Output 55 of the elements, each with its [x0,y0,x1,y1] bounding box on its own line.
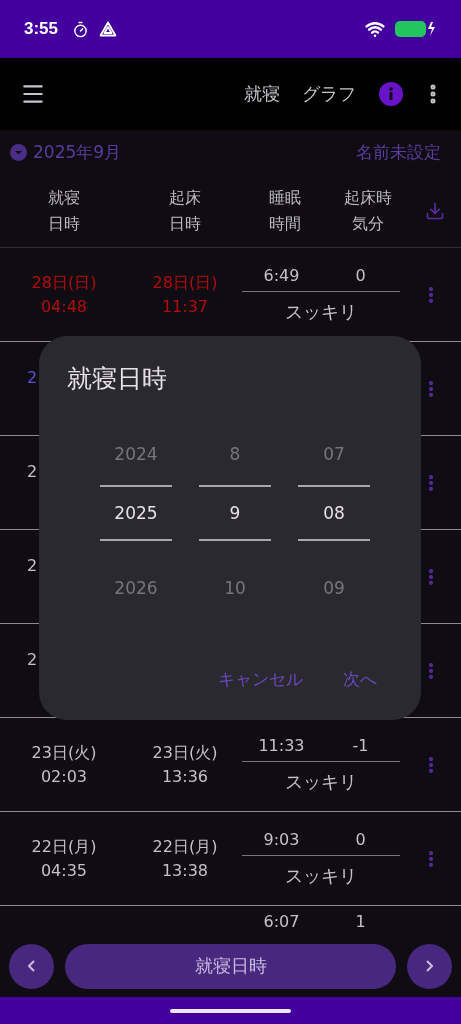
mood-score: 0 [354,265,367,285]
picker-selected[interactable]: 2025 [100,485,172,541]
dialog-title: 就寝日時 [67,363,168,395]
bedtime-text: 2 [27,650,38,669]
bedtime-text: 2 [27,556,38,575]
sleep-duration: 11:33 [257,735,306,755]
bedtime-text: 22日(月) 04:35 [30,835,98,882]
column-header: 就寝 日時 [47,187,81,235]
profile-name[interactable]: 名前未設定 [356,141,441,164]
sleep-duration: 6:07 [262,912,301,931]
mood-score: -1 [351,735,370,755]
picker-option[interactable]: 09 [323,569,345,607]
previous-button[interactable] [9,943,54,989]
picker-option[interactable]: 10 [224,569,246,607]
bedtime-text: 28日(日) 04:48 [30,271,98,318]
column-header: 起床 日時 [168,187,202,235]
toolbar-action[interactable]: グラフ [291,82,367,106]
wake-time-text: 22日(月) 13:38 [151,835,219,882]
dialog-button[interactable]: キャンセル [218,668,303,691]
picker-selected[interactable]: 9 [199,485,271,541]
bedtime-text: 23日(火) 02:03 [30,741,98,788]
clock-text: 3:55 [24,19,59,39]
mood-text: スッキリ [284,769,358,794]
picker-selected[interactable]: 08 [298,485,370,541]
toolbar-action[interactable]: 就寝 [233,82,291,106]
column-header: 起床時 気分 [343,187,393,235]
sort-button[interactable]: 就寝日時 [65,943,396,989]
bedtime-text: 2 [27,368,38,387]
sleep-duration: 9:03 [262,829,301,849]
home-indicator[interactable] [170,1008,291,1013]
wifi-icon [365,19,385,39]
column-header: 睡眠 時間 [268,187,302,235]
info-icon[interactable] [379,82,403,106]
mood-score: 1 [354,912,367,931]
month-selector[interactable]: 2025年9月 [10,141,122,164]
picker-option[interactable]: 2026 [114,569,158,607]
bedtime-text: 2 [27,462,38,481]
picker-option[interactable]: 8 [229,435,241,473]
mood-score: 0 [354,829,367,849]
dropdown-icon [10,144,27,161]
next-button[interactable] [407,943,452,989]
mood-text: スッキリ [284,863,358,888]
chevron-right-icon [426,960,433,972]
picker-option[interactable]: 07 [323,435,345,473]
mood-text: スッキリ [284,299,358,324]
triangle-icon [99,21,118,37]
download-icon[interactable] [424,201,445,221]
wake-time-text: 23日(火) 13:36 [151,741,219,788]
sleep-duration: 6:49 [262,265,301,285]
wake-time-text: 28日(日) 11:37 [151,271,219,318]
dialog-button[interactable]: 次へ [343,668,377,691]
timer-icon [72,20,90,38]
battery-icon [395,20,437,38]
chevron-left-icon [28,960,35,972]
picker-option[interactable]: 2024 [114,435,158,473]
